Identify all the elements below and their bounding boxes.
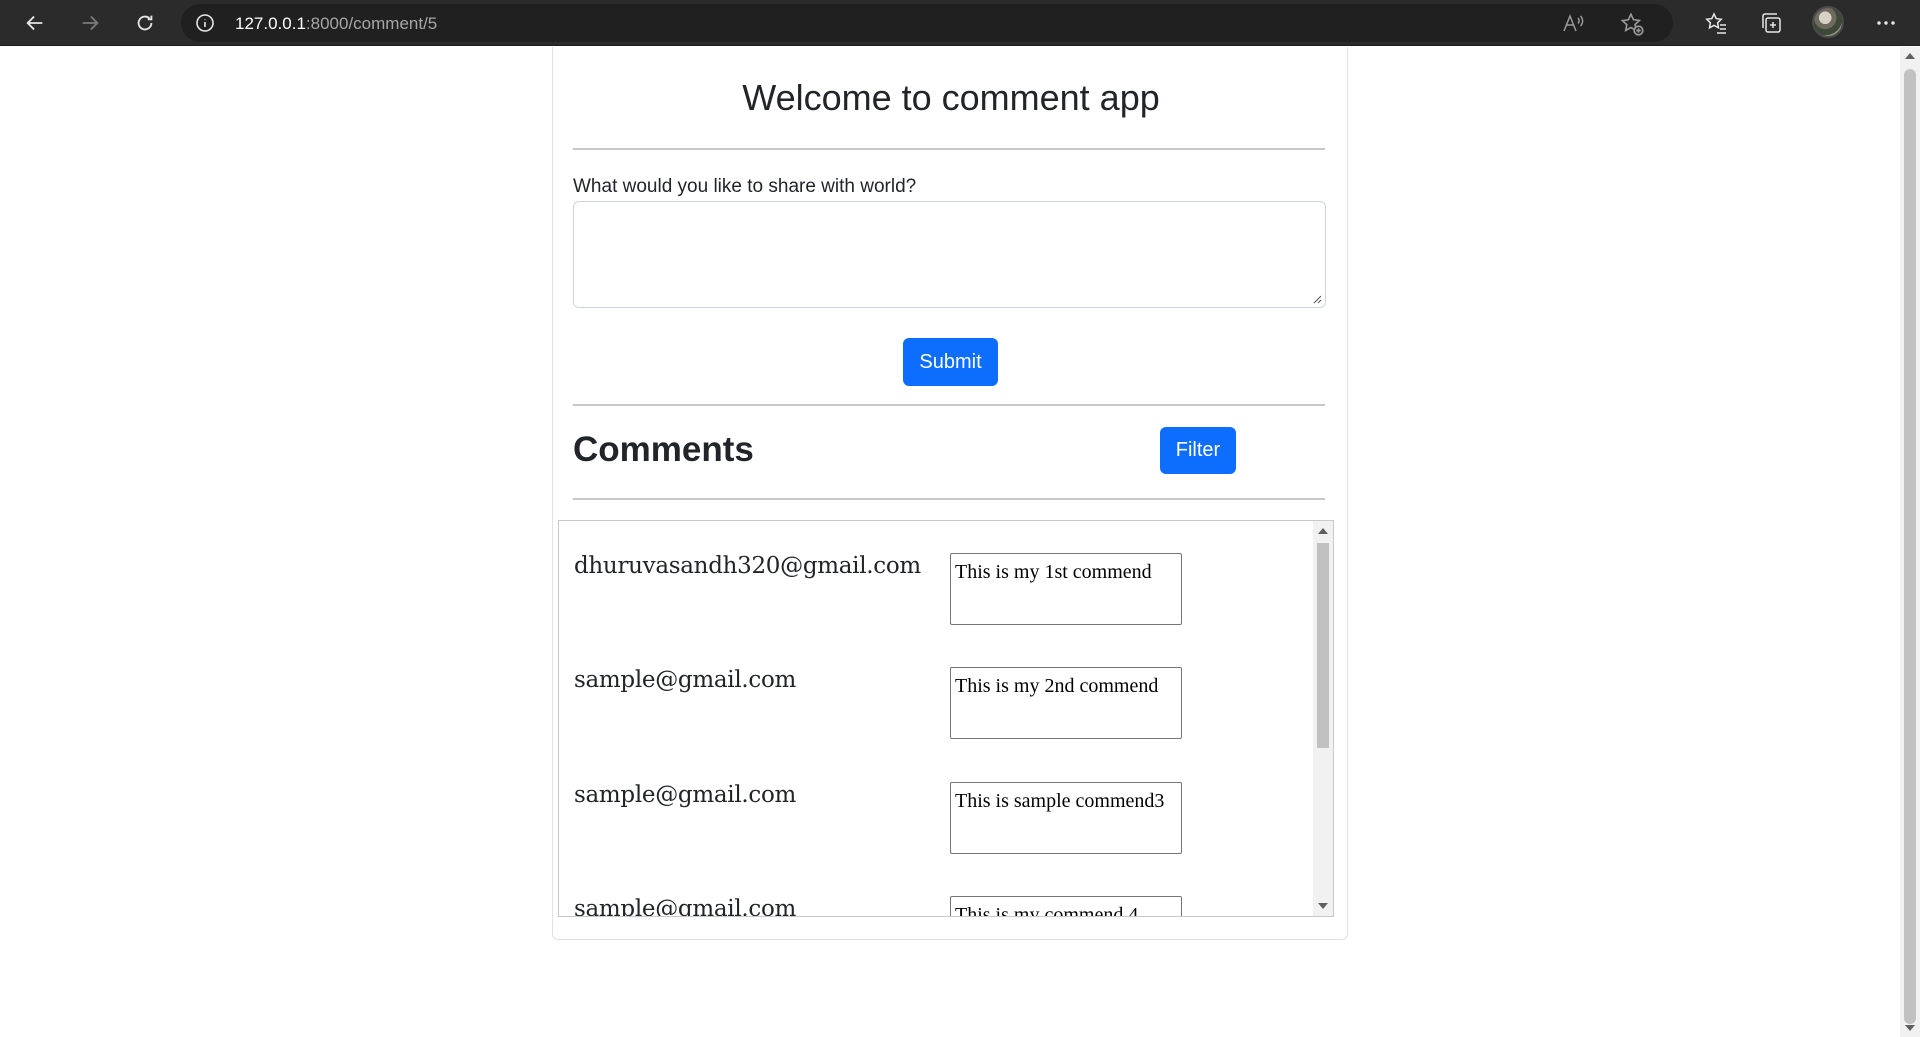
reload-button[interactable] [128, 6, 162, 40]
forward-arrow-icon [82, 15, 99, 31]
read-aloud-icon[interactable] [1561, 12, 1585, 34]
comment-item: sample@gmail.com This is sample commend3 [559, 758, 1315, 872]
page-scrollbar[interactable] [1900, 47, 1920, 1037]
comment-email: sample@gmail.com [574, 667, 797, 693]
more-options-icon [1877, 21, 1895, 25]
url-host: 127.0.0.1 [235, 14, 306, 33]
filter-button[interactable]: Filter [1160, 427, 1236, 474]
page-viewport: Welcome to comment app What would you li… [0, 47, 1900, 1037]
collections-icon [1762, 13, 1781, 33]
url-text[interactable]: 127.0.0.1:8000/comment/5 [235, 14, 437, 34]
comment-item: dhuruvasandh320@gmail.com This is my 1st… [559, 529, 1315, 643]
scroll-down-arrow-icon[interactable] [1905, 1025, 1915, 1031]
back-button[interactable] [18, 6, 52, 40]
scroll-up-arrow-icon[interactable] [1318, 528, 1328, 534]
more-options-button[interactable] [1871, 8, 1901, 38]
submit-button[interactable]: Submit [903, 338, 998, 386]
comments-list[interactable]: dhuruvasandh320@gmail.com This is my 1st… [558, 520, 1334, 917]
resize-grip-icon[interactable] [1312, 294, 1322, 304]
comment-item: sample@gmail.com This is my 2nd commend [559, 643, 1315, 757]
comments-scrollbar[interactable] [1313, 521, 1333, 916]
page-title: Welcome to comment app [742, 77, 1160, 118]
comment-email: dhuruvasandh320@gmail.com [574, 553, 921, 579]
scrollbar-thumb[interactable] [1317, 543, 1329, 748]
reload-icon [137, 15, 153, 31]
comment-email: sample@gmail.com [574, 896, 797, 917]
comment-card: Welcome to comment app What would you li… [552, 47, 1348, 940]
share-textarea[interactable] [573, 201, 1326, 308]
share-prompt-label: What would you like to share with world? [573, 176, 917, 197]
browser-toolbar: 127.0.0.1:8000/comment/5 [0, 0, 1920, 46]
comment-textarea[interactable]: This is my 2nd commend [950, 667, 1182, 739]
comment-email: sample@gmail.com [574, 782, 797, 808]
back-arrow-icon [26, 15, 43, 31]
divider [573, 148, 1325, 150]
comments-heading: Comments [573, 430, 754, 469]
profile-avatar[interactable] [1812, 6, 1844, 38]
comment-textarea[interactable]: This is my 1st commend [950, 553, 1182, 625]
scroll-up-arrow-icon[interactable] [1905, 53, 1915, 59]
comment-textarea[interactable]: This is sample commend3 [950, 782, 1182, 854]
info-icon[interactable] [195, 13, 215, 33]
add-favorite-icon[interactable] [1619, 11, 1645, 37]
favorites-button[interactable] [1701, 8, 1731, 38]
divider [573, 404, 1325, 406]
url-path: :8000/comment/5 [305, 14, 438, 33]
comment-textarea[interactable]: This is my commend 4 [950, 896, 1182, 916]
address-bar[interactable]: 127.0.0.1:8000/comment/5 [181, 4, 1673, 42]
collections-button[interactable] [1756, 8, 1786, 38]
forward-button[interactable] [73, 6, 107, 40]
scroll-down-arrow-icon[interactable] [1318, 903, 1328, 909]
comment-item: sample@gmail.com This is my commend 4 [559, 872, 1315, 917]
favorites-icon [1705, 12, 1726, 34]
divider [573, 498, 1325, 500]
scrollbar-thumb[interactable] [1904, 69, 1916, 1024]
